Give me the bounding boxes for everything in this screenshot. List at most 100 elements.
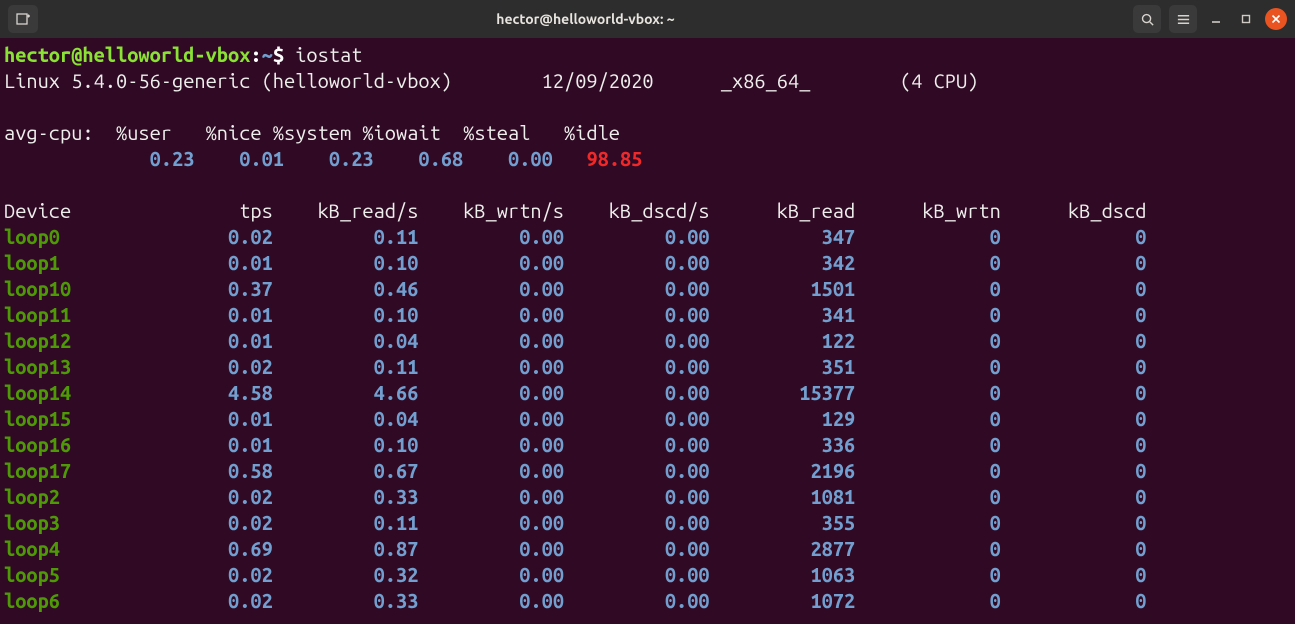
device-wrtn: 0 [855, 329, 1001, 352]
window-minimize-button[interactable] [1205, 8, 1227, 30]
device-wps: 0.00 [418, 511, 564, 534]
cpu-system: 0.23 [284, 147, 374, 170]
cpu-header: avg-cpu: %user %nice %system %iowait %st… [4, 120, 1291, 146]
device-wrtn: 0 [855, 407, 1001, 430]
device-dps: 0.00 [564, 251, 710, 274]
device-wps: 0.00 [418, 381, 564, 404]
device-read: 15377 [710, 381, 856, 404]
device-read: 1501 [710, 277, 856, 300]
device-wrtn: 0 [855, 459, 1001, 482]
system-line: Linux 5.4.0-56-generic (helloworld-vbox)… [4, 68, 1291, 94]
device-dscd: 0 [1001, 459, 1147, 482]
device-dscd: 0 [1001, 355, 1147, 378]
device-wps: 0.00 [418, 225, 564, 248]
device-name: loop0 [4, 225, 150, 248]
device-rps: 0.10 [273, 303, 419, 326]
device-read: 336 [710, 433, 856, 456]
device-wps: 0.00 [418, 303, 564, 326]
device-wrtn: 0 [855, 381, 1001, 404]
device-name: loop2 [4, 485, 150, 508]
device-name: loop1 [4, 251, 150, 274]
device-tps: 0.02 [150, 563, 273, 586]
device-read: 342 [710, 251, 856, 274]
device-tps: 0.37 [150, 277, 273, 300]
device-row: loop2 0.02 0.33 0.00 0.00 1081 0 0 [4, 484, 1291, 510]
device-row: loop11 0.01 0.10 0.00 0.00 341 0 0 [4, 302, 1291, 328]
terminal-viewport[interactable]: hector@helloworld-vbox:~$ iostatLinux 5.… [0, 38, 1295, 624]
device-dscd: 0 [1001, 563, 1147, 586]
device-rps: 0.46 [273, 277, 419, 300]
new-tab-button[interactable] [8, 5, 38, 33]
device-rps: 0.10 [273, 433, 419, 456]
prompt-cwd: ~ [262, 43, 273, 66]
device-wps: 0.00 [418, 355, 564, 378]
device-wrtn: 0 [855, 225, 1001, 248]
device-wps: 0.00 [418, 537, 564, 560]
cpu-user: 0.23 [116, 147, 194, 170]
device-tps: 0.02 [150, 511, 273, 534]
device-tps: 0.02 [150, 225, 273, 248]
device-row: loop13 0.02 0.11 0.00 0.00 351 0 0 [4, 354, 1291, 380]
device-dscd: 0 [1001, 537, 1147, 560]
device-tps: 0.02 [150, 485, 273, 508]
device-read: 122 [710, 329, 856, 352]
device-row: loop4 0.69 0.87 0.00 0.00 2877 0 0 [4, 536, 1291, 562]
window-close-button[interactable] [1265, 8, 1287, 30]
device-dscd: 0 [1001, 511, 1147, 534]
device-dscd: 0 [1001, 485, 1147, 508]
device-dscd: 0 [1001, 329, 1147, 352]
device-read: 2877 [710, 537, 856, 560]
cpu-nice: 0.01 [194, 147, 284, 170]
device-rps: 4.66 [273, 381, 419, 404]
device-dscd: 0 [1001, 433, 1147, 456]
device-rps: 0.10 [273, 251, 419, 274]
device-name: loop15 [4, 407, 150, 430]
device-row: loop3 0.02 0.11 0.00 0.00 355 0 0 [4, 510, 1291, 536]
device-read: 1063 [710, 563, 856, 586]
device-name: loop14 [4, 381, 150, 404]
device-wps: 0.00 [418, 329, 564, 352]
device-dps: 0.00 [564, 407, 710, 430]
device-row: loop1 0.01 0.10 0.00 0.00 342 0 0 [4, 250, 1291, 276]
device-row: loop12 0.01 0.04 0.00 0.00 122 0 0 [4, 328, 1291, 354]
device-wps: 0.00 [418, 433, 564, 456]
device-row: loop0 0.02 0.11 0.00 0.00 347 0 0 [4, 224, 1291, 250]
prompt-dollar: $ [273, 43, 295, 66]
hamburger-icon [1176, 12, 1191, 27]
window-maximize-button[interactable] [1235, 8, 1257, 30]
hamburger-menu-button[interactable] [1169, 5, 1197, 33]
device-row: loop5 0.02 0.32 0.00 0.00 1063 0 0 [4, 562, 1291, 588]
device-name: loop16 [4, 433, 150, 456]
device-wrtn: 0 [855, 537, 1001, 560]
prompt-user-host: hector@helloworld-vbox [4, 43, 250, 66]
device-tps: 0.01 [150, 303, 273, 326]
search-button[interactable] [1133, 5, 1161, 33]
device-tps: 4.58 [150, 381, 273, 404]
device-tps: 0.01 [150, 329, 273, 352]
device-name: loop3 [4, 511, 150, 534]
device-name: loop17 [4, 459, 150, 482]
device-tps: 0.01 [150, 407, 273, 430]
device-dscd: 0 [1001, 407, 1147, 430]
device-read: 1072 [710, 589, 856, 612]
device-wps: 0.00 [418, 485, 564, 508]
device-tps: 0.01 [150, 251, 273, 274]
device-rps: 0.32 [273, 563, 419, 586]
device-wrtn: 0 [855, 589, 1001, 612]
device-wps: 0.00 [418, 407, 564, 430]
device-rps: 0.11 [273, 225, 419, 248]
device-name: loop13 [4, 355, 150, 378]
device-dscd: 0 [1001, 381, 1147, 404]
device-row: loop14 4.58 4.66 0.00 0.00 15377 0 0 [4, 380, 1291, 406]
device-read: 351 [710, 355, 856, 378]
device-dps: 0.00 [564, 537, 710, 560]
terminal-window: hector@helloworld-vbox: ~ hector@hellowo… [0, 0, 1295, 624]
device-read: 1081 [710, 485, 856, 508]
device-row: loop15 0.01 0.04 0.00 0.00 129 0 0 [4, 406, 1291, 432]
search-icon [1140, 12, 1155, 27]
window-title: hector@helloworld-vbox: ~ [46, 11, 1125, 27]
device-tps: 0.02 [150, 589, 273, 612]
device-wps: 0.00 [418, 251, 564, 274]
device-name: loop10 [4, 277, 150, 300]
device-rps: 0.33 [273, 485, 419, 508]
